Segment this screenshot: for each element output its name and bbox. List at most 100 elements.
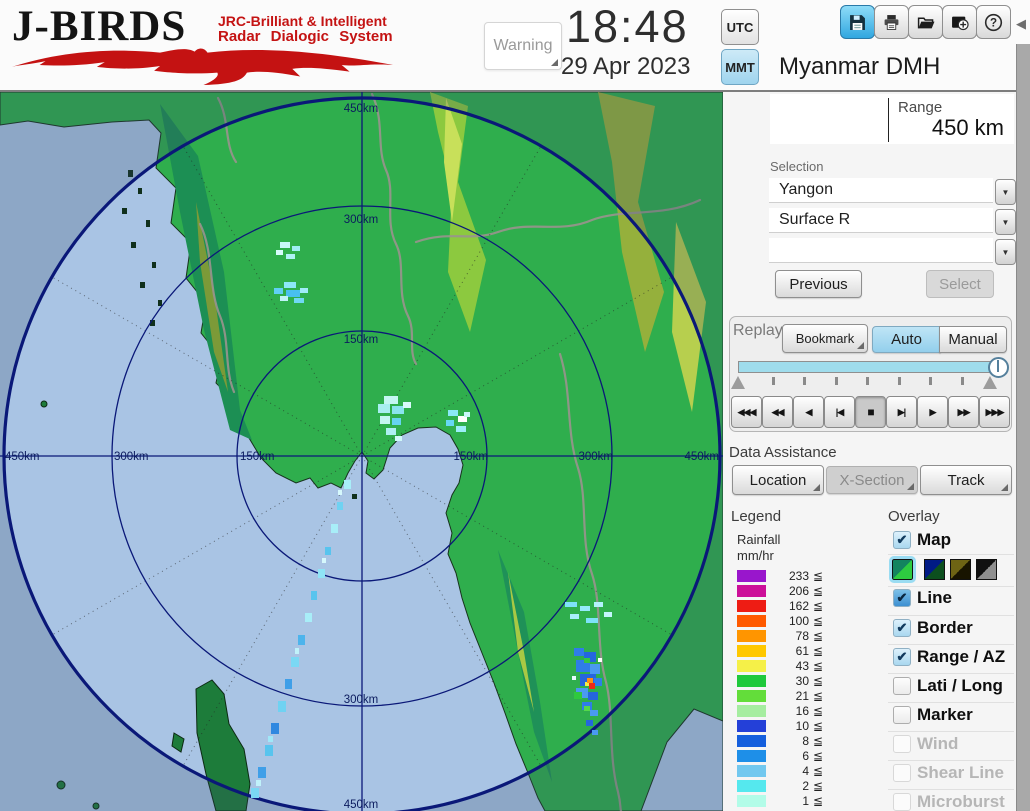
legend-value: 233 [773, 569, 809, 583]
overlay-label: Microburst [917, 792, 1005, 811]
timeline-end-marker[interactable] [983, 376, 997, 389]
play-button[interactable]: ▶ [917, 396, 948, 428]
legend-lte-symbol: ≦ [813, 689, 823, 703]
bookmark-button[interactable]: Bookmark [782, 324, 868, 353]
auto-button-label: Auto [891, 331, 922, 348]
legend-row: 233≦ [737, 569, 842, 583]
warning-button-label: Warning [494, 37, 553, 55]
divider [888, 731, 1014, 732]
manual-button-label: Manual [948, 331, 997, 348]
select-button[interactable]: Select [926, 270, 994, 298]
radar-map[interactable]: 450km 300km 150km 150km 300km 450km 450k… [0, 92, 723, 811]
play-icon: ▶ [930, 407, 936, 418]
range-label: Range [898, 99, 942, 116]
play-reverse-button[interactable]: ◀ [793, 396, 824, 428]
legend-row: 30≦ [737, 674, 842, 688]
timezone-mmt-button[interactable]: MMT [721, 49, 759, 85]
legend-row: 4≦ [737, 764, 842, 778]
legend-row: 43≦ [737, 659, 842, 673]
help-icon: ? [984, 13, 1003, 32]
legend-swatch [737, 750, 766, 762]
chevron-down-icon: ▼ [1002, 188, 1010, 197]
svg-text:?: ? [990, 16, 997, 29]
manual-mode-button[interactable]: Manual [939, 326, 1007, 353]
help-button[interactable]: ? [976, 5, 1011, 39]
border-checkbox[interactable]: ✔ [893, 619, 911, 637]
overlay-label: Wind [917, 734, 958, 754]
rewind-button[interactable]: ◀◀ [762, 396, 793, 428]
ring-label: 150km [344, 334, 379, 346]
timezone-utc-button[interactable]: UTC [721, 9, 759, 45]
eagle-logo-icon [10, 44, 395, 86]
legend-lte-symbol: ≦ [813, 614, 823, 628]
legend-lte-symbol: ≦ [813, 674, 823, 688]
legend-lte-symbol: ≦ [813, 629, 823, 643]
step-first-button[interactable]: |◀ [824, 396, 855, 428]
overlay-row-microburst: Microburst [892, 793, 1016, 811]
site-dropdown-button[interactable]: ▼ [995, 179, 1016, 205]
forward-button[interactable]: ▶▶ [948, 396, 979, 428]
step-last-button[interactable]: ▶| [886, 396, 917, 428]
map-style-swatch-1[interactable] [892, 559, 913, 580]
panel-scrollbar[interactable] [1016, 44, 1030, 811]
capture-icon [951, 14, 969, 31]
rewind-fast-button[interactable]: ◀◀◀ [731, 396, 762, 428]
ring-label: 300km [114, 451, 149, 463]
product-dropdown-button[interactable]: ▼ [995, 209, 1016, 235]
capture-button[interactable] [942, 5, 977, 39]
xsection-button[interactable]: X-Section [826, 466, 918, 494]
divider [888, 615, 1014, 616]
previous-button[interactable]: Previous [775, 270, 862, 298]
overlay-row-border: ✔ Border [892, 619, 1016, 641]
range-az-checkbox[interactable]: ✔ [893, 648, 911, 666]
map-style-swatch-4[interactable] [976, 559, 997, 580]
replay-timeline-track[interactable] [738, 361, 1006, 373]
divider [888, 586, 1014, 587]
legend-swatch [737, 720, 766, 732]
select-button-label: Select [939, 276, 981, 293]
legend-value: 10 [773, 719, 809, 733]
legend-quantity-line2: mm/hr [737, 548, 774, 563]
station-title: Myanmar DMH [779, 53, 940, 81]
extra-dropdown-button[interactable]: ▼ [995, 239, 1016, 265]
track-button[interactable]: Track [920, 465, 1012, 495]
overlay-row-line: ✔ Line [892, 589, 1016, 611]
ring-label: 450km [344, 799, 379, 811]
rewind-icon: ◀◀ [772, 407, 784, 418]
save-button[interactable] [840, 5, 875, 39]
stop-button[interactable]: ■ [855, 396, 886, 428]
forward-fast-button[interactable]: ▶▶▶ [979, 396, 1010, 428]
location-button[interactable]: Location [732, 465, 824, 495]
auto-mode-button[interactable]: Auto [872, 326, 941, 353]
map-style-swatch-2[interactable] [924, 559, 945, 580]
overlay-row-map: ✔ Map [892, 531, 1016, 553]
map-checkbox[interactable]: ✔ [893, 531, 911, 549]
extra-dropdown[interactable] [769, 238, 993, 263]
open-folder-icon [917, 14, 935, 31]
line-checkbox[interactable]: ✔ [893, 589, 911, 607]
play-reverse-icon: ◀ [806, 407, 812, 418]
microburst-checkbox [893, 793, 911, 811]
legend-value: 8 [773, 734, 809, 748]
warning-button[interactable]: Warning [484, 22, 562, 70]
site-dropdown[interactable]: Yangon [769, 178, 993, 203]
ring-label: 450km [5, 451, 40, 463]
map-style-swatch-3[interactable] [950, 559, 971, 580]
ring-label: 300km [344, 214, 379, 226]
legend-lte-symbol: ≦ [813, 794, 823, 808]
lati-long-checkbox[interactable] [893, 677, 911, 695]
overlay-label: Lati / Long [917, 676, 1003, 696]
replay-timeline-thumb[interactable] [988, 357, 1009, 378]
print-button[interactable] [874, 5, 909, 39]
selection-label: Selection [770, 159, 823, 174]
collapse-panel-arrow-icon[interactable]: ◀ [1016, 16, 1026, 32]
timeline-tick [898, 377, 901, 385]
open-folder-button[interactable] [908, 5, 943, 39]
divider [888, 789, 1014, 790]
legend-row: 162≦ [737, 599, 842, 613]
marker-checkbox[interactable] [893, 706, 911, 724]
timeline-start-marker[interactable] [731, 376, 745, 389]
legend-swatch [737, 660, 766, 672]
product-dropdown[interactable]: Surface R [769, 208, 993, 233]
legend-lte-symbol: ≦ [813, 779, 823, 793]
